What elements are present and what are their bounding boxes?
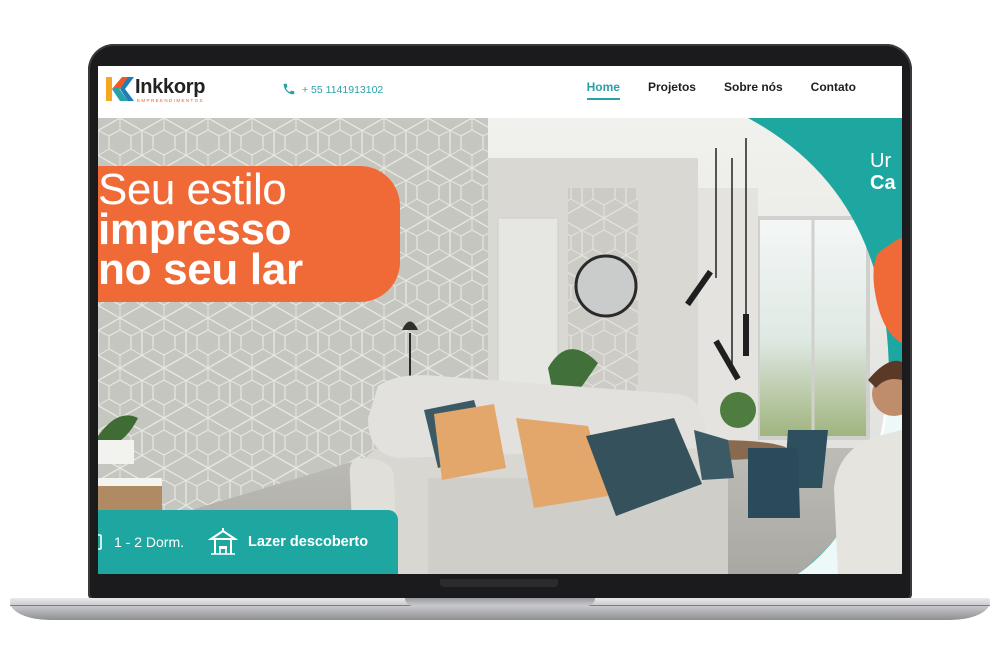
site-header: Inkkorp EMPREENDIMENTOS + 55 1141913102 …	[98, 66, 902, 118]
headline-line-1: Seu estilo	[98, 165, 287, 214]
hero-banner[interactable]: Seu estilo impresso no seu lar Ur Ca 1 -…	[98, 118, 902, 574]
laptop-hinge	[440, 579, 558, 587]
gazebo-icon	[208, 528, 238, 555]
brand-tagline: EMPREENDIMENTOS	[137, 98, 204, 103]
side-text-line-1: Ur	[870, 150, 892, 172]
feature-bedrooms-label: 1 - 2 Dorm.	[114, 534, 185, 550]
nav-contato[interactable]: Contato	[811, 80, 856, 94]
phone-icon	[283, 83, 295, 95]
headline-line-3: no seu lar	[98, 245, 303, 294]
laptop-opening-notch	[405, 598, 595, 606]
bed-icon	[98, 534, 102, 550]
nav-sobre-nos[interactable]: Sobre nós	[724, 80, 783, 94]
features-bar: 1 - 2 Dorm. Lazer descoberto	[98, 510, 398, 574]
main-nav: Home Projetos Sobre nós Contato	[586, 80, 856, 100]
headline-line-2: impresso	[98, 205, 292, 254]
logo-mark-icon	[106, 77, 134, 101]
hero-headline: Seu estilo impresso no seu lar	[98, 165, 303, 294]
feature-outdoor-leisure-label: Lazer descoberto	[248, 534, 369, 550]
feature-bedrooms: 1 - 2 Dorm.	[98, 510, 184, 574]
side-text-line-2: Ca	[870, 172, 896, 194]
laptop-screen: Inkkorp EMPREENDIMENTOS + 55 1141913102 …	[98, 66, 902, 574]
hero-side-text: Ur Ca	[870, 150, 896, 194]
phone-number: + 55 1141913102	[302, 84, 384, 96]
feature-outdoor-leisure: Lazer descoberto	[208, 510, 368, 574]
nav-home[interactable]: Home	[586, 80, 621, 100]
brand-name: Inkkorp	[135, 76, 206, 98]
nav-projetos[interactable]: Projetos	[648, 80, 696, 94]
